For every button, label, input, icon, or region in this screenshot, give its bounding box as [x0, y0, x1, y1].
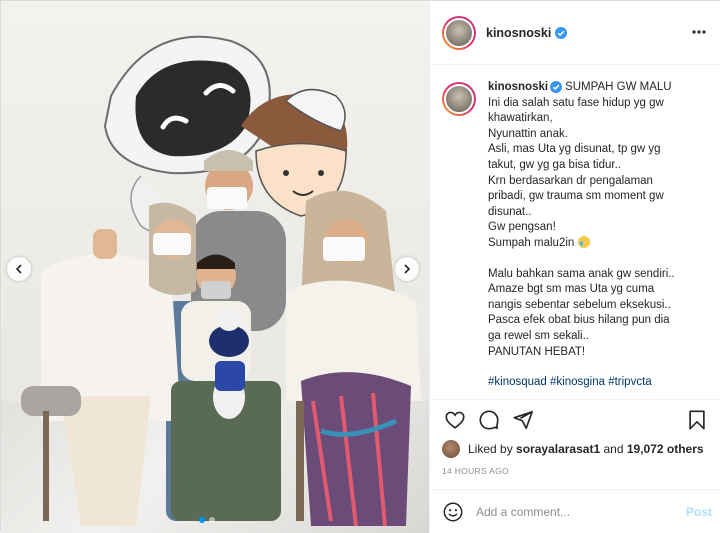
comment-bubble-icon [479, 409, 499, 430]
caption-line-14: nangis sebentar sebelum eksekusi.. [488, 298, 671, 311]
more-horizontal-icon [692, 30, 706, 34]
heart-icon [445, 411, 465, 429]
photo-next-button[interactable] [395, 257, 419, 281]
post-header: kinosnoski [430, 1, 720, 65]
caption-line-3: Nyunattin anak. [488, 127, 568, 140]
caption-area[interactable]: kinosnoski SUMPAH GW MALU Ini dia salah s… [430, 66, 720, 399]
paper-plane-icon [513, 410, 533, 429]
caption-line-17: PANUTAN HEBAT! [488, 345, 586, 358]
chevron-left-icon [15, 264, 22, 274]
caption-line-0: SUMPAH GW MALU [565, 81, 672, 93]
post-timestamp[interactable]: 14 HOURS AGO [442, 466, 509, 476]
share-button[interactable] [508, 405, 538, 435]
carousel-dot-1[interactable] [199, 517, 205, 523]
author-username[interactable]: kinosnoski [486, 26, 551, 40]
comment-input[interactable] [476, 504, 678, 519]
caption-username[interactable]: kinosnoski [488, 81, 548, 93]
crying-emoji-icon [577, 235, 590, 248]
caption-line-1: Ini dia salah satu fase hidup yg gw [488, 96, 664, 109]
post-side-panel: kinosnoski kinosnoski SUMPAH GW MALU Ini … [429, 1, 720, 533]
instagram-post-modal: kinosnoski kinosnoski SUMPAH GW MALU Ini … [0, 0, 720, 533]
verified-badge-icon [550, 80, 563, 93]
verified-badge-icon [555, 26, 568, 39]
post-actions [430, 399, 720, 439]
right-woman-figure [286, 190, 421, 527]
photo-illustration [21, 35, 421, 527]
smiley-icon [443, 502, 463, 521]
liker-username[interactable]: sorayalarasat1 [516, 442, 600, 456]
caption-line-4: Asli, mas Uta yg disunat, tp gw yg [488, 143, 661, 156]
caption-line-2: khawatirkan, [488, 112, 553, 125]
caption-line-7: pribadi, gw trauma sm moment gw [488, 190, 664, 203]
post-comment-button[interactable]: Post [686, 505, 712, 519]
like-button[interactable] [440, 405, 470, 435]
caption-line-8: disunat.. [488, 205, 532, 218]
caption-line-13: Amaze bgt sm mas Uta yg cuma [488, 283, 655, 296]
likes-count[interactable]: 19,072 others [627, 442, 704, 456]
more-options-button[interactable] [690, 23, 708, 41]
liker-avatar[interactable] [442, 440, 460, 458]
caption-text: kinosnoski SUMPAH GW MALU Ini dia salah s… [488, 80, 710, 391]
caption-line-10: Sumpah malu2in [488, 236, 575, 249]
caption-author-avatar-image [444, 84, 474, 114]
author-avatar-image [444, 17, 474, 48]
post-photo[interactable] [1, 1, 429, 533]
caption-blank-line-2 [488, 360, 710, 375]
caption-line-5: takut, gw yg ga bisa tidur.. [488, 158, 621, 171]
likes-middle: and [603, 442, 624, 456]
caption-line-12: Malu bahkan sama anak gw sendiri.. [488, 267, 675, 280]
carousel-dot-2[interactable] [209, 517, 215, 523]
save-button[interactable] [682, 405, 712, 435]
caption-line-16: ga rewel sm sekali.. [488, 329, 589, 342]
likes-prefix: Liked by [468, 442, 513, 456]
chevron-right-icon [404, 264, 411, 274]
caption-line-6: Krn berdasarkan dr pengalaman [488, 174, 653, 187]
comment-bar: Post [430, 489, 720, 533]
carousel-dots [199, 517, 215, 523]
bookmark-icon [689, 409, 705, 430]
emoji-button[interactable] [440, 499, 466, 525]
caption-author-avatar[interactable] [442, 82, 476, 116]
caption-line-9: Gw pengsan! [488, 221, 556, 234]
photo-prev-button[interactable] [7, 257, 31, 281]
caption-line-15: Pasca efek obat bius hilang pun dia [488, 314, 670, 327]
author-avatar[interactable] [442, 15, 476, 50]
comment-button[interactable] [474, 405, 504, 435]
caption-line-10-wrap: Sumpah malu2in [488, 235, 710, 252]
likes-summary: Liked by sorayalarasat1 and 19,072 other… [442, 438, 714, 460]
caption-hashtags[interactable]: #kinosquad #kinosgina #tripvcta [488, 375, 710, 391]
